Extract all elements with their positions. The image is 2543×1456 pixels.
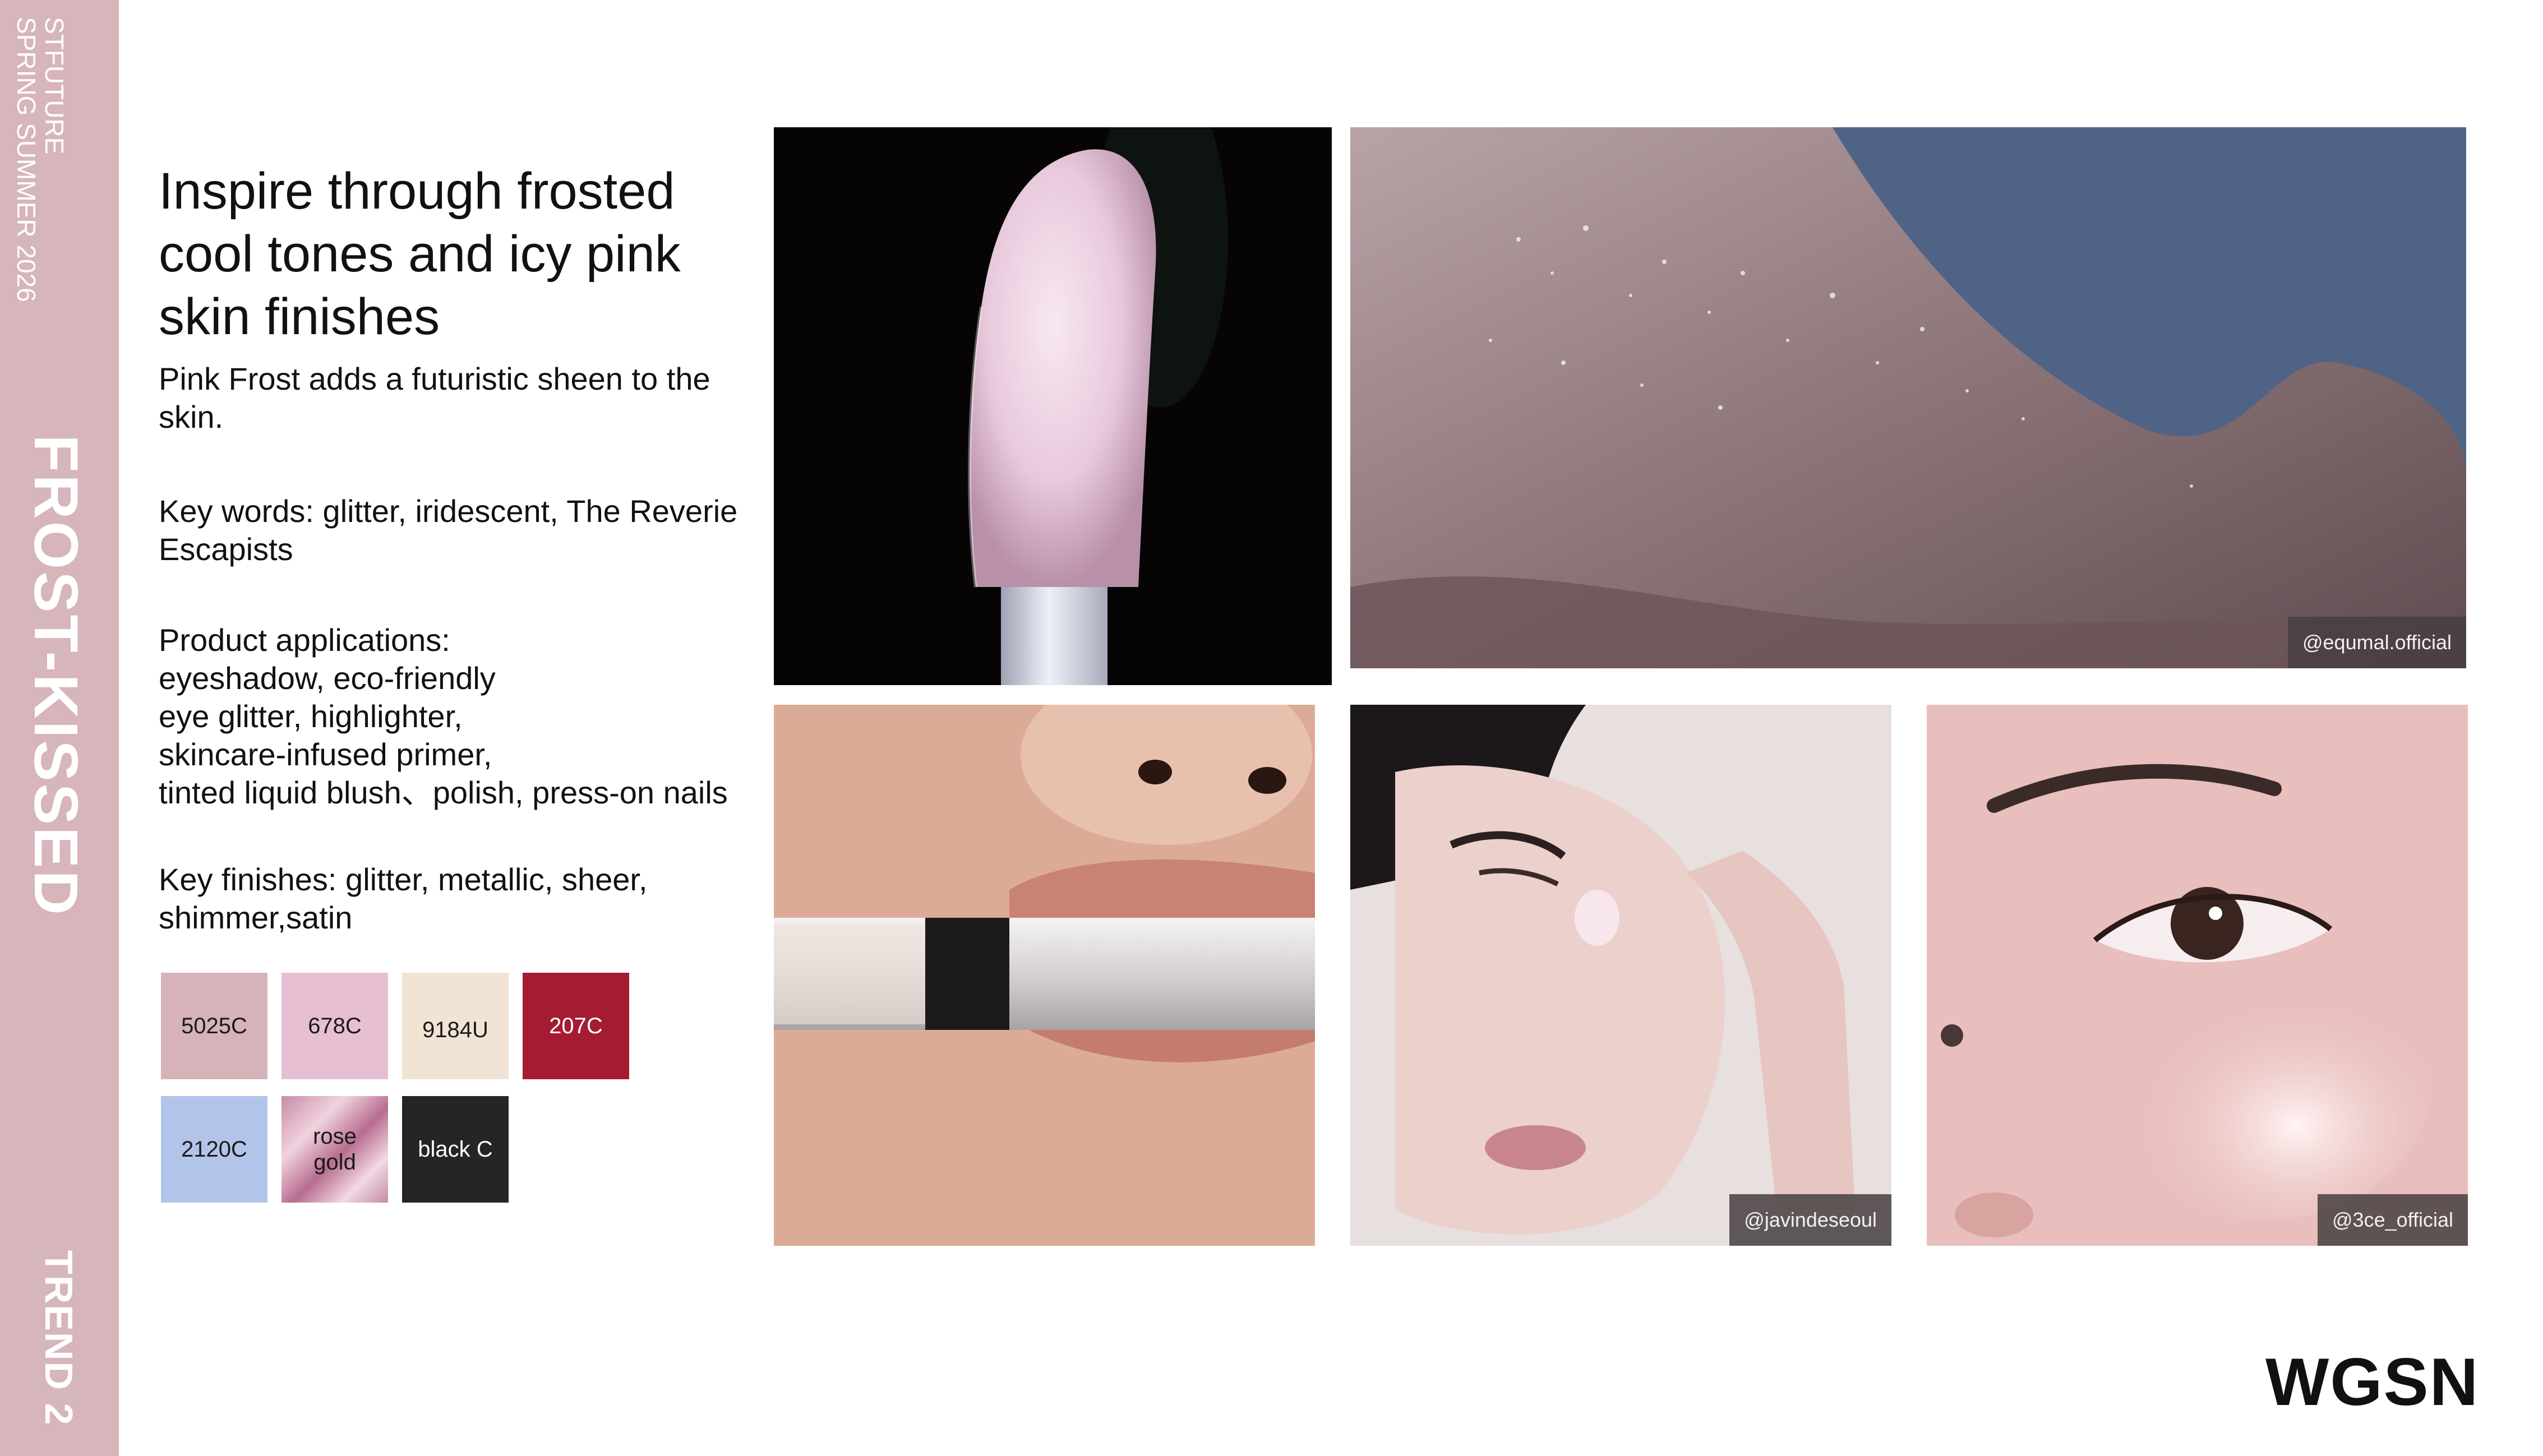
swatch-9184u: 9184U [402, 973, 509, 1079]
lip-gloss-wand-illustration [774, 127, 1332, 685]
swatch-5025c: 5025C [161, 973, 267, 1079]
keywords-text: Key words: glitter, iridescent, The Reve… [159, 493, 738, 567]
photo-credit: @3ce_official [2318, 1194, 2468, 1246]
swatch-rose-gold: rose gold [281, 1096, 388, 1203]
photo-credit: @javindeseoul [1729, 1194, 1891, 1246]
swatch-black-c: black C [402, 1096, 509, 1203]
swatch-678c: 678C [281, 973, 388, 1079]
trend-name: FROST-KISSED [21, 435, 90, 917]
lips-tube-photo [774, 705, 1315, 1246]
sidebar: STFUTURE SPRING SUMMER 2026 FROST-KISSED… [0, 0, 119, 1456]
swatch-2120c: 2120C [161, 1096, 267, 1203]
cheek-dot-illustration [1350, 705, 1891, 1246]
wgsn-logo: WGSN [2265, 1344, 2480, 1420]
glowing-eye-photo: @3ce_official [1927, 705, 2468, 1246]
glitter-shoulder-illustration [1350, 127, 2466, 668]
glitter-shoulder-photo: @equmal.official [1350, 127, 2466, 668]
lips-tube-illustration [774, 705, 1315, 1246]
intro-text: Pink Frost adds a futuristic sheen to th… [159, 361, 710, 435]
glowing-eye-illustration [1927, 705, 2468, 1246]
product-applications-text: Product applications: eyeshadow, eco-fri… [159, 622, 728, 810]
lip-gloss-wand-photo [774, 127, 1332, 685]
photo-credit: @equmal.official [2287, 617, 2466, 668]
swatch-207c: 207C [523, 973, 629, 1079]
season-label: SPRING SUMMER 2026 [12, 17, 41, 302]
cheek-dot-photo: @javindeseoul [1350, 705, 1891, 1246]
key-finishes-text: Key finishes: glitter, metallic, sheer, … [159, 862, 648, 935]
trend-number: TREND 2 [37, 1250, 81, 1426]
headline: Inspire through frosted cool tones and i… [159, 163, 681, 345]
brand-label: STFUTURE [40, 17, 69, 155]
